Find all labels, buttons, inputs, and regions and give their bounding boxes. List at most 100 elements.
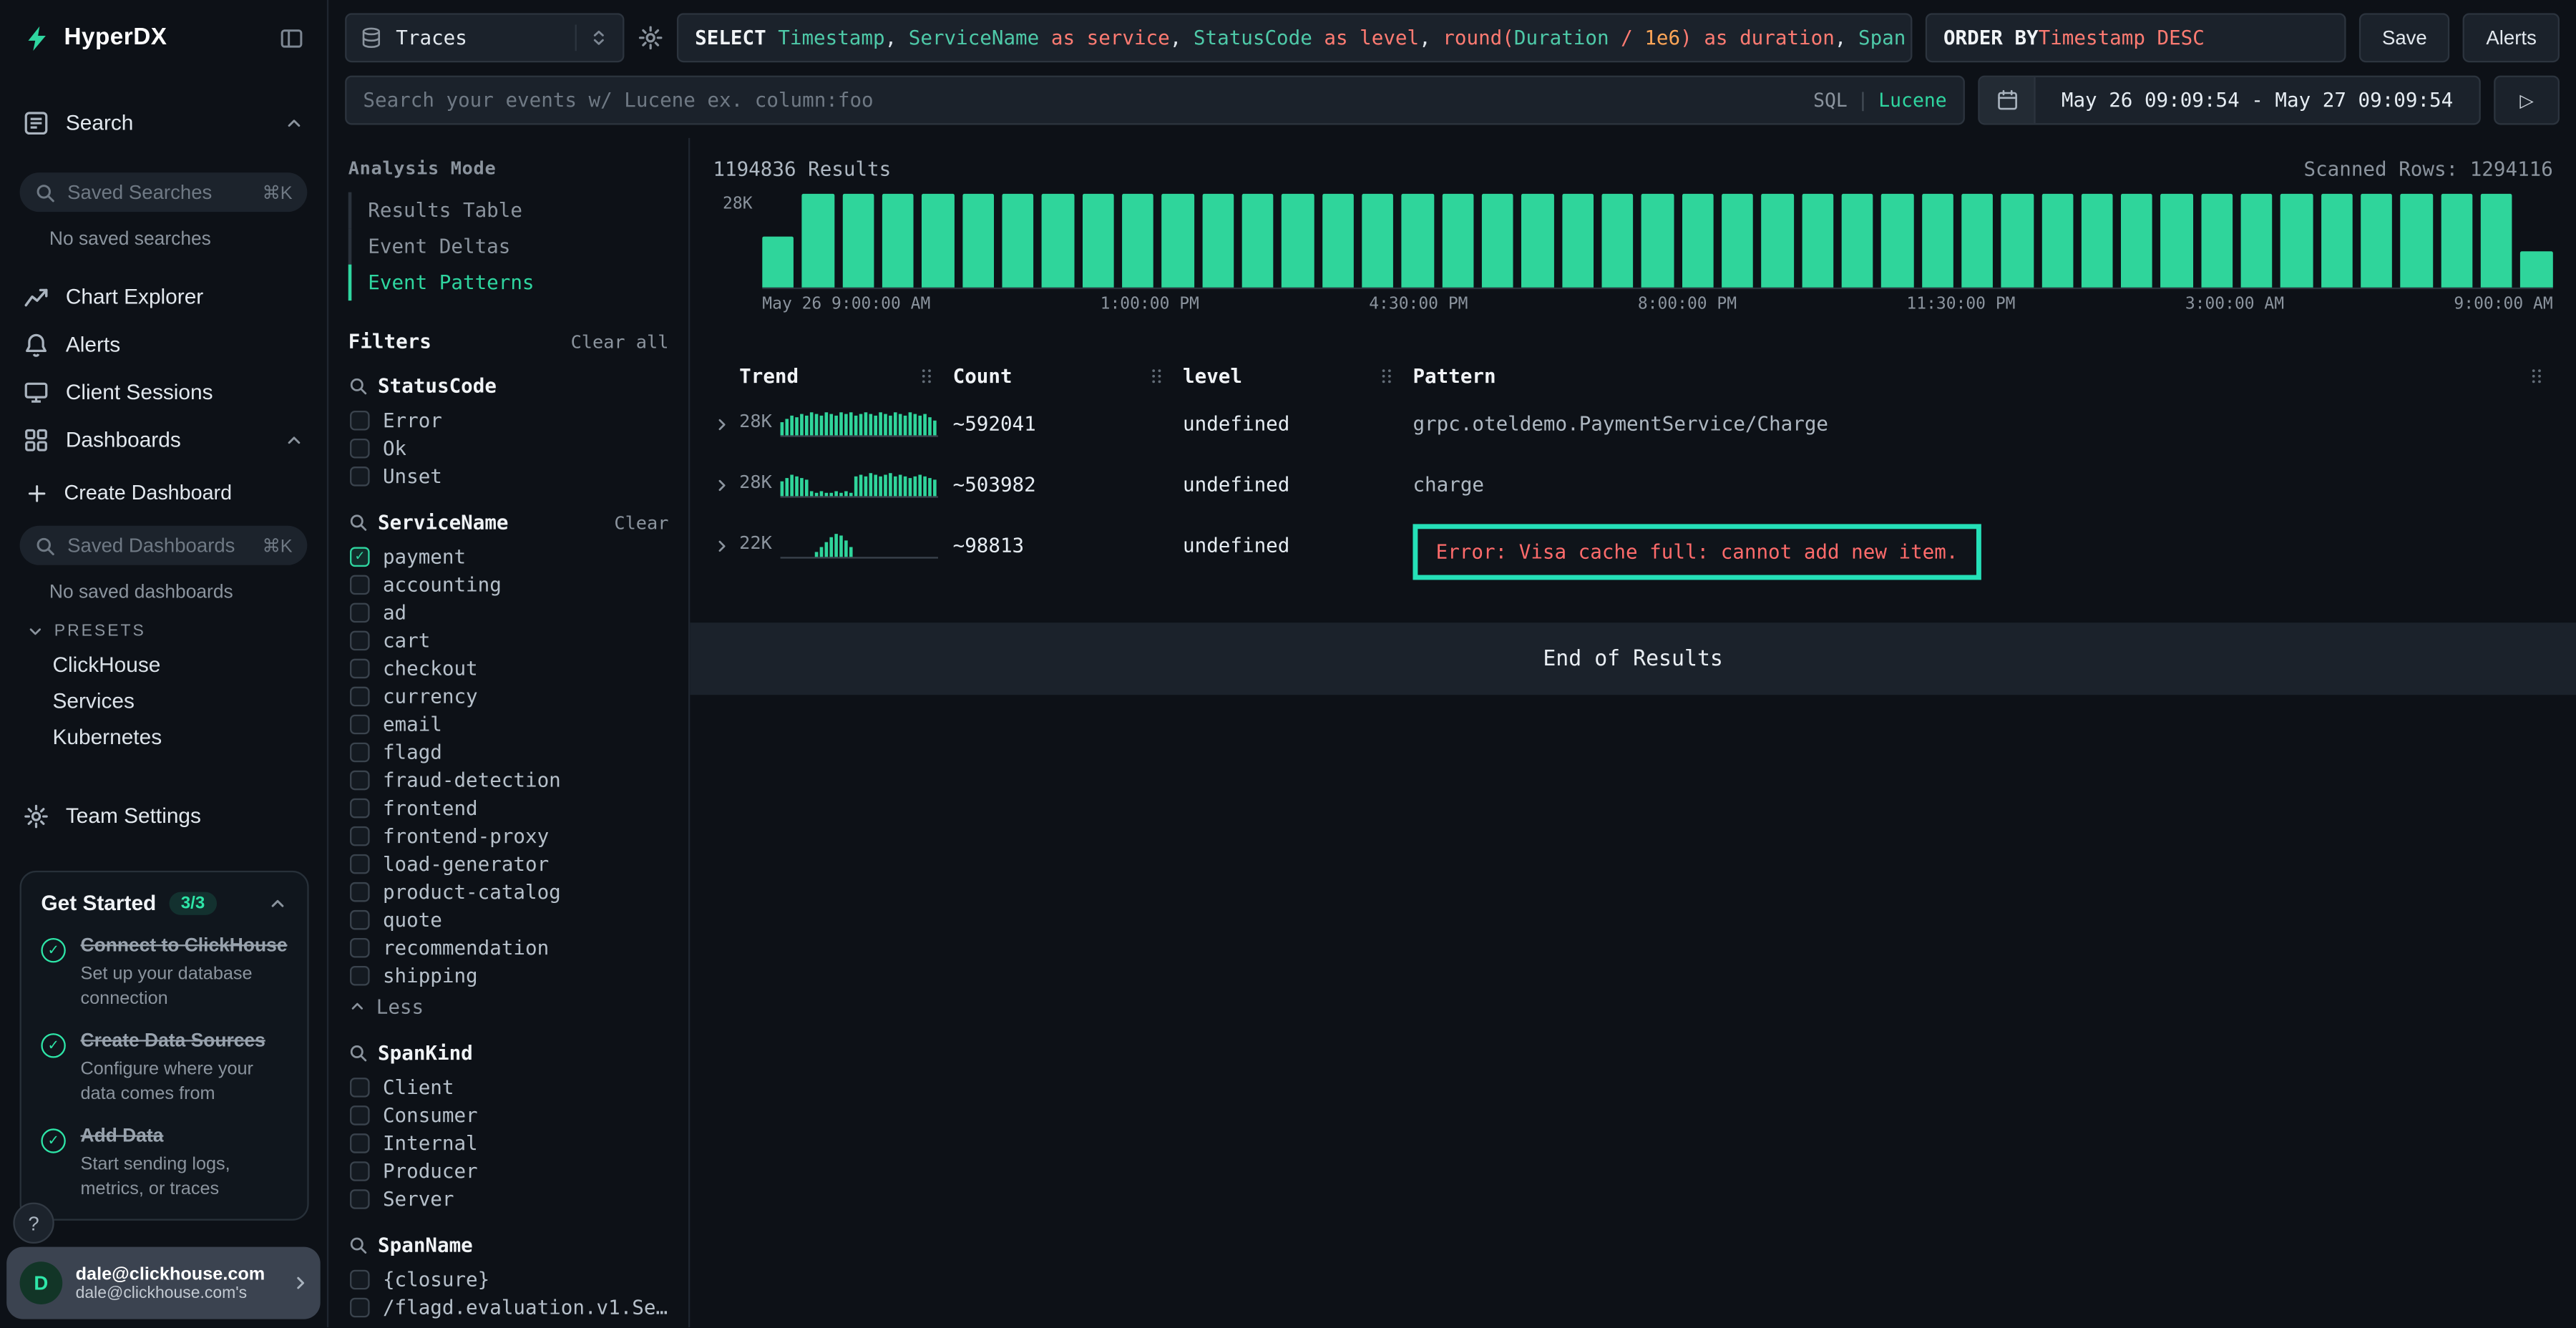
filter-option-flagd[interactable]: flagd <box>348 738 669 766</box>
filter-option-ad[interactable]: ad <box>348 598 669 626</box>
checkbox[interactable] <box>350 1161 370 1181</box>
checkbox[interactable] <box>350 1133 370 1153</box>
checkbox[interactable] <box>350 742 370 762</box>
nav-item-team-settings[interactable]: Team Settings <box>0 792 327 840</box>
checkbox[interactable] <box>350 438 370 458</box>
lucene-mode-toggle[interactable]: Lucene <box>1878 89 1946 112</box>
run-query-button[interactable]: ▷ <box>2494 76 2560 125</box>
clear-filter-button[interactable]: Clear <box>614 512 668 533</box>
analysis-mode-results-table[interactable]: Results Table <box>348 192 669 229</box>
checkbox[interactable] <box>350 1188 370 1209</box>
checkbox[interactable] <box>350 909 370 929</box>
nav-item-client-sessions[interactable]: Client Sessions <box>0 368 327 416</box>
table-row[interactable]: 28K~503982undefinedcharge <box>713 456 2552 517</box>
checkbox[interactable]: ✓ <box>350 546 370 566</box>
presets-toggle[interactable]: PRESETS <box>26 622 327 640</box>
filter-option-unset[interactable]: Unset <box>348 462 669 489</box>
checkbox[interactable] <box>350 1077 370 1097</box>
filter-option-currency[interactable]: currency <box>348 682 669 710</box>
save-button[interactable]: Save <box>2359 13 2450 62</box>
table-row[interactable]: 28K~592041undefinedgrpc.oteldemo.Payment… <box>713 396 2552 456</box>
checkbox[interactable] <box>350 410 370 430</box>
filter-option-producer[interactable]: Producer <box>348 1156 669 1184</box>
checkbox[interactable] <box>350 826 370 846</box>
sql-select-editor[interactable]: SELECT Timestamp, ServiceName as service… <box>677 13 1912 62</box>
chevron-up-icon[interactable] <box>284 112 304 132</box>
checkbox[interactable] <box>350 965 370 985</box>
events-histogram[interactable]: 28K <box>713 194 2552 289</box>
filter-option-product-catalog[interactable]: product-catalog <box>348 877 669 905</box>
saved-dashboards-input[interactable]: Saved Dashboards ⌘K <box>20 526 308 565</box>
chevron-up-icon[interactable] <box>284 429 304 449</box>
col-header-count[interactable]: Count <box>953 365 1183 388</box>
filter-option-consumer[interactable]: Consumer <box>348 1100 669 1128</box>
filter-option-cart[interactable]: cart <box>348 626 669 654</box>
saved-searches-input[interactable]: Saved Searches ⌘K <box>20 172 308 212</box>
filter-option-shipping[interactable]: shipping <box>348 961 669 989</box>
filter-option-client[interactable]: Client <box>348 1073 669 1100</box>
filter-option-frontend[interactable]: frontend <box>348 794 669 821</box>
checkbox[interactable] <box>350 658 370 678</box>
filter-option-frontend-proxy[interactable]: frontend-proxy <box>348 821 669 849</box>
order-by-editor[interactable]: ORDER BY Timestamp DESC <box>1926 13 2346 62</box>
create-dashboard-button[interactable]: Create Dashboard <box>0 473 327 512</box>
checkbox[interactable] <box>350 1297 370 1317</box>
filter-option-accounting[interactable]: accounting <box>348 570 669 598</box>
help-button[interactable]: ? <box>13 1203 54 1244</box>
preset-kubernetes[interactable]: Kubernetes <box>0 720 327 756</box>
row-expand-chevron[interactable] <box>713 537 731 555</box>
filter-option-error[interactable]: Error <box>348 406 669 434</box>
nav-item-chart-explorer[interactable]: Chart Explorer <box>0 273 327 321</box>
col-header-trend[interactable]: Trend <box>739 365 952 388</box>
date-range-picker[interactable]: May 26 09:09:54 - May 27 09:09:54 <box>1978 76 2481 125</box>
show-less-button[interactable]: Less <box>348 992 669 1020</box>
filter-option-ok[interactable]: Ok <box>348 434 669 462</box>
nav-item-search[interactable]: Search <box>0 99 327 147</box>
checkbox[interactable] <box>350 714 370 734</box>
preset-services[interactable]: Services <box>0 683 327 720</box>
source-settings-button[interactable] <box>638 24 664 51</box>
source-select[interactable]: Traces <box>345 13 624 62</box>
column-drag-handle-icon[interactable] <box>1147 366 1167 386</box>
filter-option-closure[interactable]: {closure} <box>348 1265 669 1293</box>
analysis-mode-event-patterns[interactable]: Event Patterns <box>348 265 669 301</box>
get-started-header[interactable]: Get Started 3/3 <box>41 890 287 914</box>
filter-option-payment[interactable]: ✓payment <box>348 542 669 570</box>
checkbox[interactable] <box>350 882 370 902</box>
alerts-button[interactable]: Alerts <box>2463 13 2560 62</box>
checkbox[interactable] <box>350 574 370 594</box>
checkbox[interactable] <box>350 1105 370 1125</box>
sql-mode-toggle[interactable]: SQL <box>1813 89 1848 112</box>
clear-all-filters-button[interactable]: Clear all <box>571 331 669 353</box>
column-drag-handle-icon[interactable] <box>1377 366 1397 386</box>
column-drag-handle-icon[interactable] <box>917 366 937 386</box>
col-header-pattern[interactable]: Pattern <box>1413 365 2527 388</box>
checkbox[interactable] <box>350 854 370 874</box>
chevron-up-icon[interactable] <box>268 893 288 913</box>
filter-option-server[interactable]: Server <box>348 1184 669 1212</box>
row-expand-chevron[interactable] <box>713 477 731 494</box>
checkbox[interactable] <box>350 630 370 650</box>
filter-option-load-generator[interactable]: load-generator <box>348 849 669 877</box>
checkbox[interactable] <box>350 686 370 706</box>
column-drag-handle-icon[interactable] <box>2527 366 2547 386</box>
event-search-field[interactable]: SQL | Lucene <box>345 76 1965 125</box>
nav-item-dashboards[interactable]: Dashboards <box>0 416 327 464</box>
filter-option-recommendation[interactable]: recommendation <box>348 933 669 961</box>
analysis-mode-event-deltas[interactable]: Event Deltas <box>348 228 669 265</box>
filter-option-email[interactable]: email <box>348 710 669 738</box>
table-row[interactable]: 22K~98813undefinedError: Visa cache full… <box>713 517 2552 600</box>
row-expand-chevron[interactable] <box>713 416 731 434</box>
preset-clickhouse[interactable]: ClickHouse <box>0 648 327 684</box>
col-header-level[interactable]: level <box>1183 365 1413 388</box>
user-menu[interactable]: D dale@clickhouse.com dale@clickhouse.co… <box>6 1247 321 1319</box>
checkbox[interactable] <box>350 798 370 818</box>
filter-option-checkout[interactable]: checkout <box>348 654 669 682</box>
nav-item-alerts[interactable]: Alerts <box>0 321 327 368</box>
filter-option-fraud-detection[interactable]: fraud-detection <box>348 766 669 794</box>
filter-option-quote[interactable]: quote <box>348 905 669 933</box>
checkbox[interactable] <box>350 770 370 790</box>
checkbox[interactable] <box>350 466 370 486</box>
checkbox[interactable] <box>350 937 370 957</box>
filter-option-flagd-evaluation-v1-se[interactable]: /flagd.evaluation.v1.Se… <box>348 1293 669 1321</box>
